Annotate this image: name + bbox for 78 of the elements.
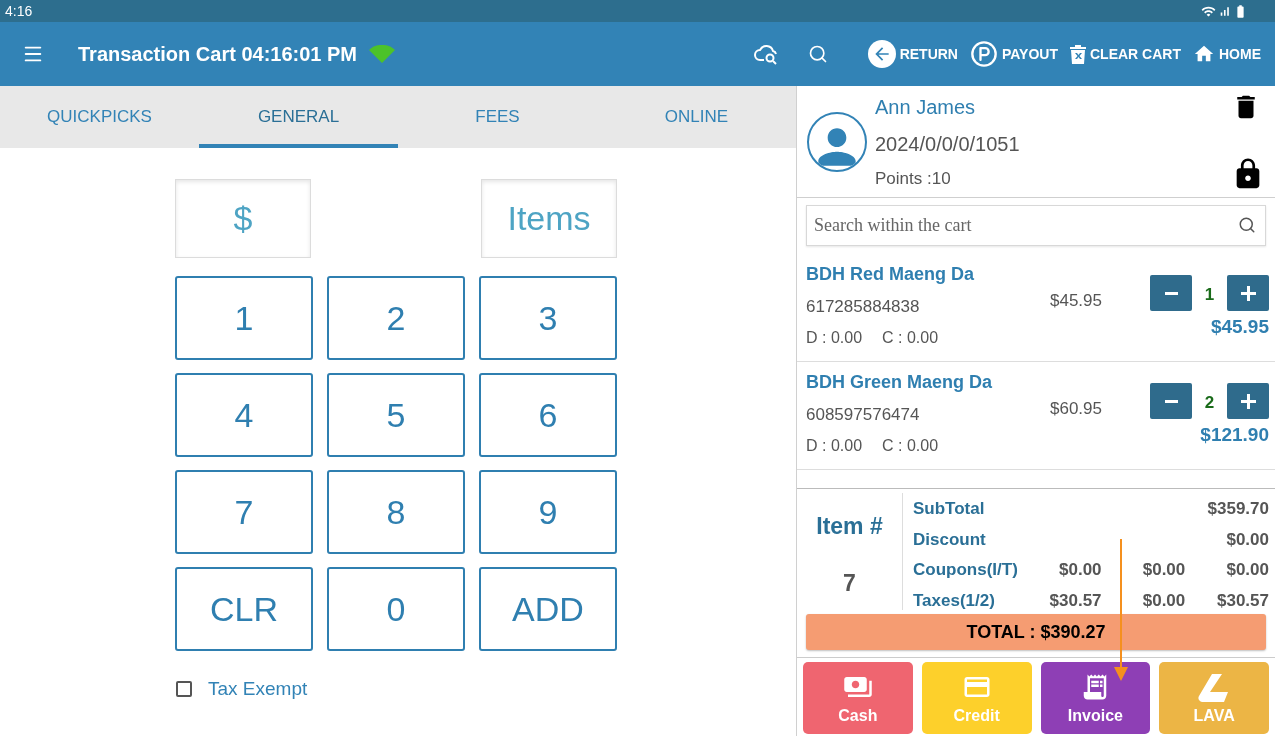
status-time: 4:16 xyxy=(5,1,33,21)
lava-logo-icon xyxy=(1198,674,1231,702)
item-quantity: 2 xyxy=(1203,392,1216,415)
header-action-button[interactable]: CLEAR CART xyxy=(1070,43,1181,65)
tab[interactable]: QUICKPICKS xyxy=(0,86,199,148)
customer-id: 2024/0/0/0/1051 xyxy=(875,131,1020,157)
payment-button[interactable]: Cash xyxy=(803,662,913,734)
wifi-signal-icon xyxy=(369,45,395,63)
tab[interactable]: GENERAL xyxy=(199,86,398,148)
plus-icon xyxy=(1240,285,1256,301)
amount-field[interactable]: $ xyxy=(175,179,311,258)
item-name: BDH Red Maeng Da xyxy=(806,263,975,286)
parking-circle-icon xyxy=(970,40,998,68)
decrease-button[interactable] xyxy=(1150,275,1192,311)
keypad-key[interactable]: 1 xyxy=(175,276,313,360)
summary-value: $30.57 xyxy=(1216,589,1269,612)
summary-value: $359.70 xyxy=(1206,498,1269,520)
summary-label: Coupons(I/T) xyxy=(913,559,1018,581)
keypad-key[interactable]: 5 xyxy=(327,373,465,457)
item-discount: D : 0.00 xyxy=(806,435,863,456)
tab[interactable]: FEES xyxy=(398,86,597,148)
item-discount: D : 0.00 xyxy=(806,327,863,348)
minus-icon xyxy=(1164,399,1178,403)
item-sku: 617285884838 xyxy=(806,296,921,318)
summary-label: Discount xyxy=(913,528,987,551)
keypad-key[interactable]: 2 xyxy=(327,276,465,360)
signal-icon xyxy=(1218,4,1231,18)
item-sku: 608597576474 xyxy=(806,404,921,426)
search-icon[interactable] xyxy=(1238,216,1256,234)
summary-value: $0.00 xyxy=(1225,559,1269,581)
avatar-icon xyxy=(807,111,867,172)
trash-x-icon xyxy=(1070,44,1086,64)
item-count: 7 xyxy=(843,568,856,598)
item-coupon: C : 0.00 xyxy=(882,435,939,456)
summary-value: $0.00 xyxy=(1058,559,1102,581)
item-quantity: 1 xyxy=(1203,284,1216,307)
header-action-button[interactable]: RETURN xyxy=(867,40,958,68)
tax-exempt-checkbox[interactable] xyxy=(176,681,192,698)
total-bar: TOTAL : $390.27 xyxy=(806,614,1266,650)
keypad-key[interactable]: 7 xyxy=(175,470,313,554)
payment-button[interactable]: Invoice xyxy=(1040,662,1151,734)
keypad-key[interactable]: 9 xyxy=(479,470,617,554)
plus-icon xyxy=(1240,393,1256,409)
customer-points: Points :10 xyxy=(875,167,952,190)
keypad-key[interactable]: CLR xyxy=(175,567,313,651)
summary-value: $30.57 xyxy=(1048,589,1102,612)
decrease-button[interactable] xyxy=(1150,383,1192,419)
summary-value: $0.00 xyxy=(1141,559,1186,581)
header-action-button[interactable]: HOME xyxy=(1193,43,1261,65)
item-coupon: C : 0.00 xyxy=(882,327,939,348)
header-action-button[interactable]: PAYOUT xyxy=(970,40,1058,68)
search-icon[interactable] xyxy=(807,44,828,64)
items-field[interactable]: Items xyxy=(481,179,617,258)
item-count-label: Item # xyxy=(816,512,883,541)
keypad-key[interactable]: 8 xyxy=(327,470,465,554)
cloud-search-icon[interactable] xyxy=(753,43,780,65)
item-name: BDH Green Maeng Da xyxy=(806,371,993,394)
customer-name: Ann James xyxy=(875,95,977,120)
tab[interactable]: ONLINE xyxy=(597,86,796,148)
item-price: $60.95 xyxy=(1050,398,1102,420)
summary-value: $0.00 xyxy=(1225,528,1269,551)
keypad-key[interactable]: 0 xyxy=(327,567,465,651)
summary-value: $0.00 xyxy=(1141,589,1186,612)
keypad-key[interactable]: ADD xyxy=(479,567,617,651)
cart-search-field[interactable]: Search within the cart xyxy=(806,205,1266,246)
item-total: $121.90 xyxy=(1200,423,1269,447)
tax-exempt-label: Tax Exempt xyxy=(208,677,308,701)
item-total: $45.95 xyxy=(1210,315,1269,339)
increase-button[interactable] xyxy=(1227,383,1269,419)
increase-button[interactable] xyxy=(1227,275,1269,311)
window-title: Transaction Cart 04:16:01 PM xyxy=(78,42,357,67)
minus-icon xyxy=(1164,291,1178,295)
keypad-key[interactable]: 3 xyxy=(479,276,617,360)
summary-label: Taxes(1/2) xyxy=(913,589,996,612)
summary-label: SubTotal xyxy=(913,498,986,520)
item-price: $45.95 xyxy=(1050,290,1102,312)
keypad-key[interactable]: 4 xyxy=(175,373,313,457)
keypad-key[interactable]: 6 xyxy=(479,373,617,457)
